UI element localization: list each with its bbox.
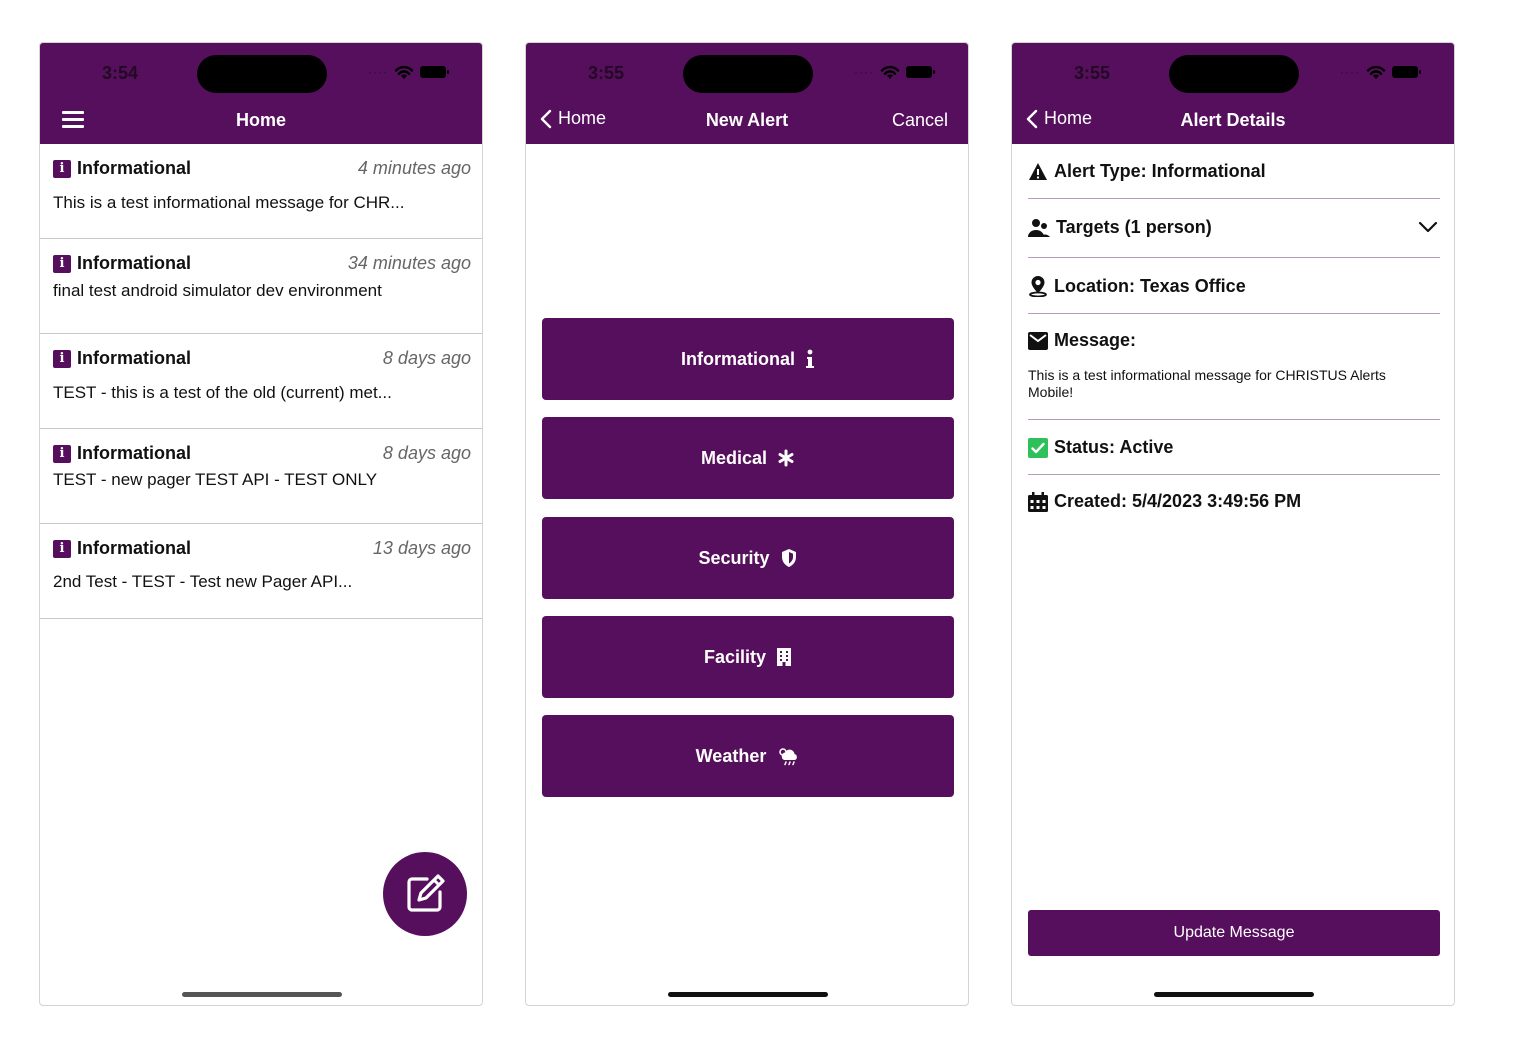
- alert-list-item[interactable]: i Informational 8 days ago TEST - this is…: [40, 334, 482, 429]
- alert-details-screen: 3:55 ···· Home Alert Details Alert Type:…: [1011, 42, 1455, 1006]
- calendar-icon: [1028, 491, 1048, 512]
- home-indicator: [668, 992, 828, 997]
- chevron-down-icon[interactable]: [1418, 221, 1438, 233]
- envelope-icon: [1028, 331, 1048, 350]
- alert-time: 13 days ago: [372, 538, 471, 558]
- status-time: 3:55: [1074, 63, 1111, 83]
- info-icon: i: [53, 539, 71, 558]
- alert-list-item[interactable]: i Informational 8 days ago TEST - new pag…: [40, 429, 482, 524]
- compose-button[interactable]: [383, 852, 467, 936]
- alert-message: TEST - this is a test of the old (curren…: [53, 383, 392, 402]
- new-alert-header: 3:55 ···· Home New Alert Cancel: [526, 43, 968, 144]
- wifi-icon: [1366, 65, 1386, 79]
- alert-list-item[interactable]: i Informational 4 minutes ago This is a t…: [40, 144, 482, 239]
- targets-row[interactable]: Targets (1 person): [1028, 199, 1440, 258]
- status-time: 3:55: [588, 63, 625, 83]
- battery-icon: [906, 66, 935, 78]
- informational-button[interactable]: Informational: [542, 318, 954, 400]
- checkbox-checked-icon: [1028, 437, 1048, 458]
- status-icons: ····: [1340, 63, 1421, 81]
- medical-button[interactable]: Medical: [542, 417, 954, 499]
- info-icon: i: [53, 159, 71, 178]
- dynamic-island: [683, 55, 813, 93]
- alert-message: final test android simulator dev environ…: [53, 281, 382, 300]
- alert-time: 4 minutes ago: [357, 158, 471, 178]
- button-label: Weather: [695, 745, 767, 766]
- info-icon: [806, 349, 814, 368]
- alert-type: Informational: [77, 538, 192, 558]
- alert-message: This is a test informational message for…: [53, 193, 405, 212]
- warning-icon: [1029, 162, 1047, 180]
- alert-type: Informational: [77, 443, 192, 463]
- alert-list-item[interactable]: i Informational 34 minutes ago final test…: [40, 239, 482, 334]
- shield-icon: [781, 549, 796, 567]
- info-icon: i: [53, 254, 71, 273]
- update-message-button[interactable]: Update Message: [1028, 910, 1440, 956]
- page-title: Home: [235, 110, 286, 130]
- page-title: Alert Details: [1180, 110, 1286, 130]
- status-time: 3:54: [102, 63, 139, 83]
- alert-type: Informational: [77, 253, 192, 273]
- signal-icon: ····: [854, 65, 874, 79]
- status-icons: ····: [854, 63, 935, 81]
- alert-type-text: Alert Type: Informational: [1054, 161, 1266, 181]
- alert-type-row: Alert Type: Informational: [1028, 144, 1440, 199]
- security-button[interactable]: Security: [542, 517, 954, 599]
- alert-type: Informational: [77, 158, 192, 178]
- alert-time: 8 days ago: [382, 348, 471, 368]
- home-indicator: [1154, 992, 1314, 997]
- asterisk-icon: [778, 449, 794, 467]
- building-icon: [777, 648, 792, 666]
- battery-icon: [1392, 66, 1421, 78]
- new-alert-screen: 3:55 ···· Home New Alert Cancel Informat…: [525, 42, 969, 1006]
- location-pin-icon: [1029, 276, 1047, 297]
- location-text: Location: Texas Office: [1054, 275, 1246, 296]
- alert-time: 8 days ago: [382, 443, 471, 463]
- signal-icon: ····: [368, 65, 388, 79]
- alert-message: TEST - new pager TEST API - TEST ONLY: [53, 470, 378, 489]
- signal-icon: ····: [1340, 65, 1360, 79]
- dynamic-island: [197, 55, 327, 93]
- alert-message: 2nd Test - TEST - Test new Pager API...: [53, 572, 353, 591]
- status-icons: ····: [368, 63, 449, 81]
- home-indicator: [182, 992, 342, 997]
- alert-type: Informational: [77, 348, 192, 368]
- button-label: Facility: [703, 646, 767, 667]
- message-text: This is a test informational message for…: [1028, 367, 1386, 400]
- created-row: Created: 5/4/2023 3:49:56 PM: [1028, 475, 1440, 531]
- targets-text: Targets (1 person): [1056, 217, 1212, 237]
- wifi-icon: [394, 65, 414, 79]
- button-label: Medical: [700, 447, 768, 468]
- location-row: Location: Texas Office: [1028, 258, 1440, 314]
- weather-button[interactable]: Weather: [542, 715, 954, 797]
- battery-icon: [420, 66, 449, 78]
- alert-details-header: 3:55 ···· Home Alert Details: [1012, 43, 1454, 144]
- alert-time: 34 minutes ago: [347, 253, 471, 273]
- home-header: 3:54 ···· Home: [40, 43, 482, 144]
- cloud-rain-icon: [779, 748, 798, 766]
- edit-icon: [407, 874, 445, 912]
- message-row: Message: This is a test informational me…: [1028, 314, 1440, 420]
- created-text: Created: 5/4/2023 3:49:56 PM: [1054, 491, 1302, 511]
- wifi-icon: [880, 65, 900, 79]
- cancel-button[interactable]: Cancel: [892, 110, 948, 131]
- dynamic-island: [1169, 55, 1299, 93]
- status-text: Status: Active: [1054, 437, 1174, 457]
- button-label: Informational: [680, 348, 795, 369]
- alert-list-item[interactable]: i Informational 13 days ago 2nd Test - TE…: [40, 524, 482, 619]
- message-label: Message:: [1054, 330, 1137, 350]
- users-icon: [1028, 218, 1050, 237]
- home-screen: 3:54 ···· Home i Informational 4 minutes …: [39, 42, 483, 1006]
- info-icon: i: [53, 444, 71, 463]
- info-icon: i: [53, 349, 71, 368]
- status-row: Status: Active: [1028, 420, 1440, 475]
- facility-button[interactable]: Facility: [542, 616, 954, 698]
- button-label: Security: [698, 547, 770, 568]
